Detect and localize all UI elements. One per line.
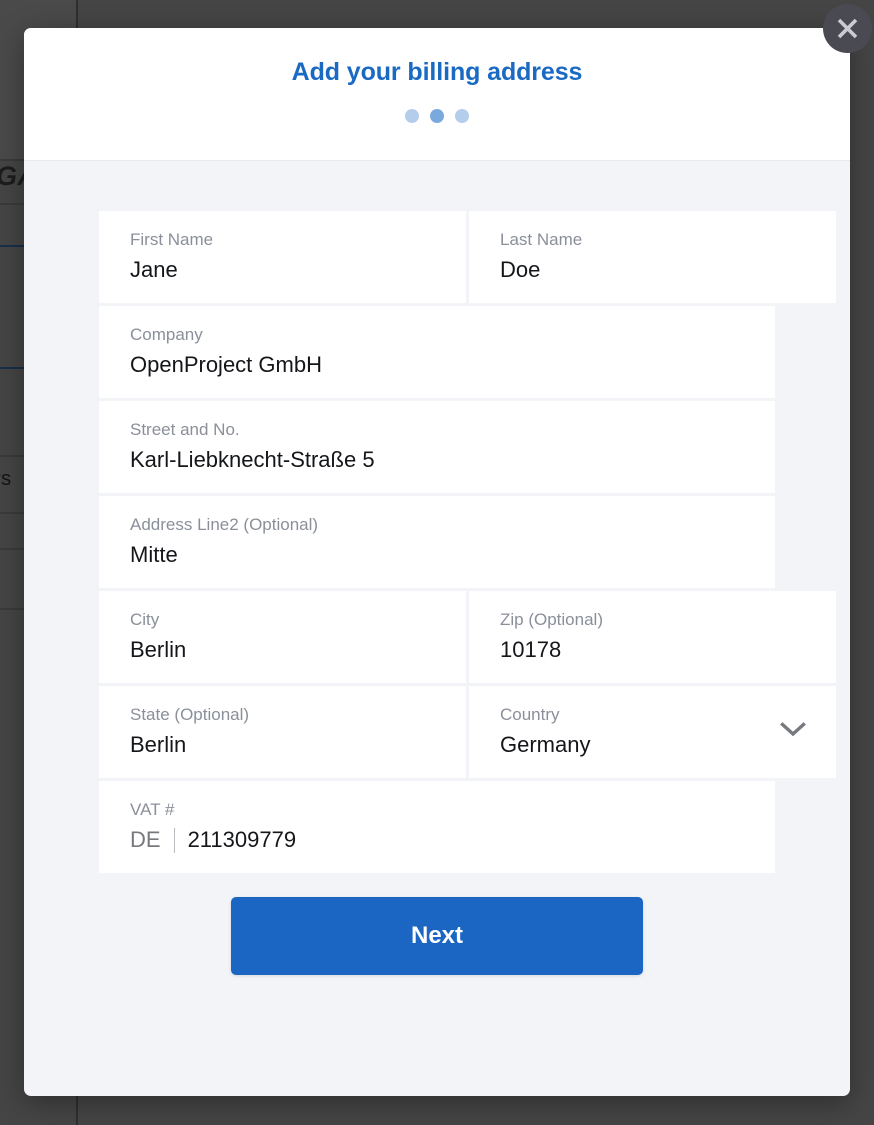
field-state[interactable]: State (Optional) Berlin: [99, 686, 466, 778]
vat-country-prefix[interactable]: DE: [130, 826, 161, 854]
vat-value-group: DE 211309779: [130, 826, 775, 854]
field-label: First Name: [130, 230, 214, 249]
field-label: State (Optional): [130, 705, 250, 724]
last-name-input[interactable]: Doe: [500, 256, 836, 284]
field-first-name[interactable]: First Name Jane: [99, 211, 466, 303]
step-indicator: [24, 109, 850, 123]
backdrop-text-fragment: rs: [0, 468, 12, 490]
address-line2-input[interactable]: Mitte: [130, 541, 775, 569]
field-vat[interactable]: VAT # DE 211309779: [99, 781, 775, 873]
field-company[interactable]: Company OpenProject GmbH: [99, 306, 775, 398]
field-label: Zip (Optional): [500, 610, 603, 629]
field-last-name[interactable]: Last Name Doe: [469, 211, 836, 303]
field-label: Last Name: [500, 230, 583, 249]
billing-address-dialog: Add your billing address First Name Jane…: [24, 28, 850, 1096]
step-dot-3[interactable]: [455, 109, 469, 123]
field-city[interactable]: City Berlin: [99, 591, 466, 683]
form-row-state-country: State (Optional) Berlin Country Germany: [99, 686, 836, 778]
page-title: Add your billing address: [291, 58, 583, 86]
vat-number-input[interactable]: 211309779: [188, 826, 297, 854]
form-row-name: First Name Jane Last Name Doe: [99, 211, 836, 303]
city-input[interactable]: Berlin: [130, 636, 466, 664]
company-input[interactable]: OpenProject GmbH: [130, 351, 775, 379]
state-input[interactable]: Berlin: [130, 731, 466, 759]
first-name-input[interactable]: Jane: [130, 256, 466, 284]
billing-address-form: First Name Jane Last Name Doe Company Op…: [24, 161, 850, 975]
vat-divider: [173, 827, 175, 853]
form-row-city-zip: City Berlin Zip (Optional) 10178: [99, 591, 836, 683]
chevron-down-icon[interactable]: [780, 722, 806, 743]
dialog-header: Add your billing address: [24, 28, 850, 161]
field-country[interactable]: Country Germany: [469, 686, 836, 778]
form-row-company: Company OpenProject GmbH: [99, 306, 775, 398]
form-row-street: Street and No. Karl-Liebknecht-Straße 5: [99, 401, 775, 493]
field-label: VAT #: [130, 800, 175, 819]
field-label: Company: [130, 325, 203, 344]
step-dot-1[interactable]: [405, 109, 419, 123]
dialog-actions: Next: [99, 897, 775, 975]
field-street[interactable]: Street and No. Karl-Liebknecht-Straße 5: [99, 401, 775, 493]
field-address-line2[interactable]: Address Line2 (Optional) Mitte: [99, 496, 775, 588]
form-row-vat: VAT # DE 211309779: [99, 781, 775, 873]
field-label: Street and No.: [130, 420, 240, 439]
field-label: Address Line2 (Optional): [130, 515, 319, 534]
step-dot-2[interactable]: [430, 109, 444, 123]
close-button[interactable]: [823, 4, 872, 53]
backdrop-highlighted-box: [0, 245, 26, 369]
field-zip[interactable]: Zip (Optional) 10178: [469, 591, 836, 683]
next-button[interactable]: Next: [231, 897, 643, 975]
form-row-address-line2: Address Line2 (Optional) Mitte: [99, 496, 775, 588]
street-input[interactable]: Karl-Liebknecht-Straße 5: [130, 446, 775, 474]
field-label: City: [130, 610, 160, 629]
zip-input[interactable]: 10178: [500, 636, 836, 664]
close-icon: [837, 18, 858, 39]
